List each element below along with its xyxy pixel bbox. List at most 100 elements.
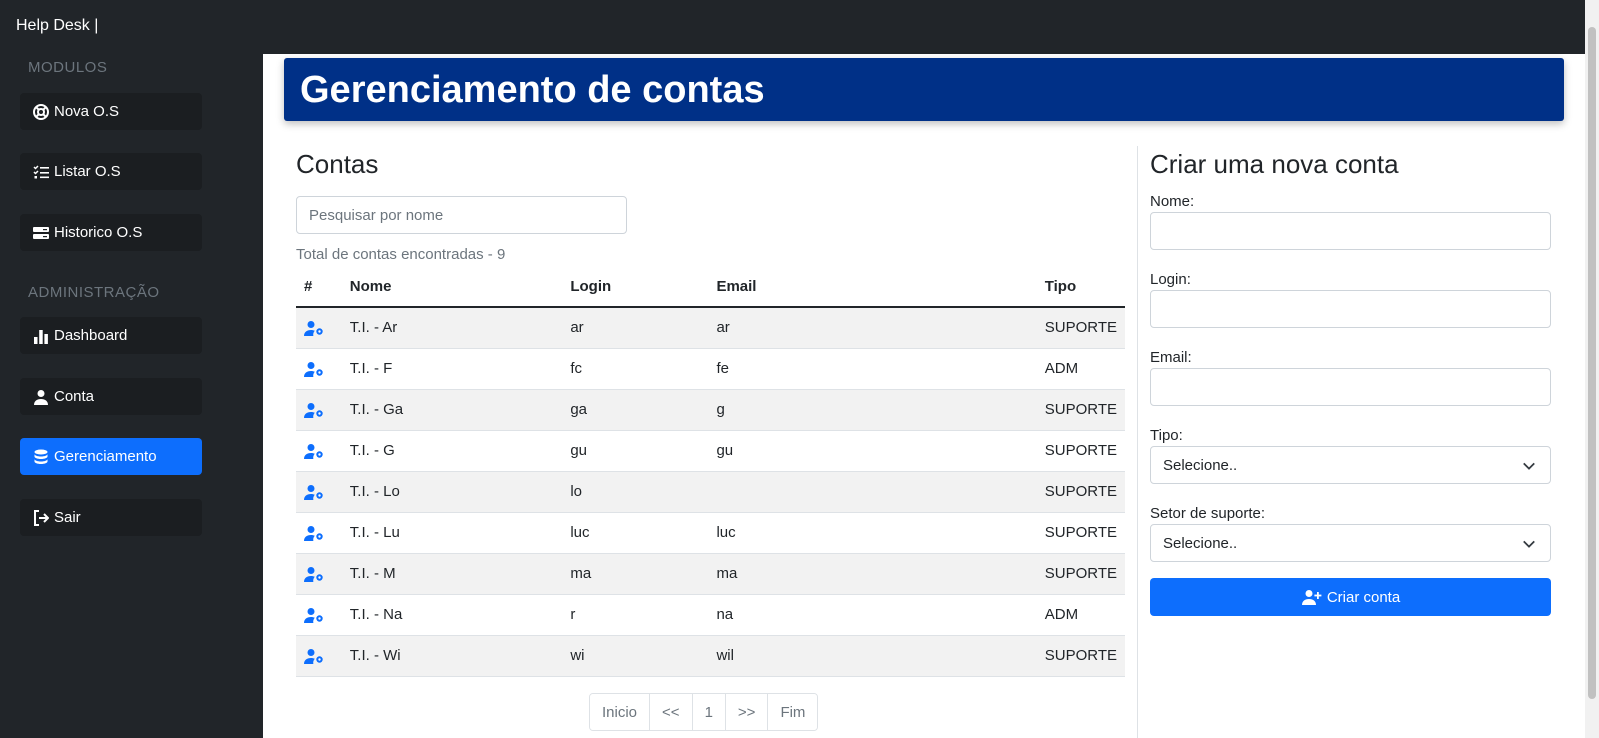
cell-login: wi — [562, 635, 709, 677]
cell-email: gu — [708, 430, 1037, 472]
accounts-title: Contas — [296, 149, 379, 179]
cell-nome: T.I. - M — [341, 553, 563, 595]
nome-label: Nome: — [1150, 193, 1195, 210]
chevron-down-icon — [1523, 462, 1535, 470]
app-brand[interactable]: Help Desk | — [16, 17, 98, 35]
cell-tipo: SUPORTE — [1036, 430, 1125, 472]
sidebar-item-label: Listar O.S — [54, 163, 121, 180]
setor-select[interactable]: Selecione.. — [1150, 524, 1551, 562]
tipo-select-value: Selecione.. — [1163, 456, 1238, 474]
search-input[interactable] — [296, 196, 627, 234]
table-row[interactable]: T.I. - Wi wi wil SUPORTE — [296, 635, 1125, 677]
create-account-button-label: Criar conta — [1326, 588, 1401, 606]
cell-tipo: SUPORTE — [1036, 389, 1125, 431]
sidebar-item-label: Historico O.S — [54, 224, 143, 241]
tipo-select[interactable]: Selecione.. — [1150, 446, 1551, 484]
column-divider — [1137, 146, 1138, 738]
accounts-total-count: Total de contas encontradas - 9 — [296, 246, 506, 263]
column-header-nome: Nome — [341, 266, 563, 308]
sidebar-item-label: Dashboard — [54, 327, 128, 344]
user-gear-icon[interactable] — [296, 471, 342, 513]
user-gear-icon[interactable] — [296, 348, 342, 390]
cell-nome: T.I. - Ar — [341, 307, 563, 349]
cell-tipo: ADM — [1036, 594, 1125, 636]
cell-email: ma — [708, 553, 1037, 595]
create-account-title: Criar uma nova conta — [1150, 149, 1399, 179]
table-row[interactable]: T.I. - Ggu gu SUPORTE — [296, 430, 1125, 472]
sidebar-item-dashboard[interactable]: Dashboard — [20, 317, 202, 354]
cell-tipo: SUPORTE — [1036, 553, 1125, 595]
cell-login: lo — [562, 471, 709, 513]
table-row[interactable]: T.I. - Lu luc luc SUPORTE — [296, 512, 1125, 554]
setor-select-value: Selecione.. — [1163, 534, 1238, 552]
user-gear-icon[interactable] — [296, 307, 342, 349]
cell-nome: T.I. - G — [341, 430, 563, 472]
cell-email: luc — [708, 512, 1037, 554]
user-gear-icon[interactable] — [296, 553, 342, 595]
tipo-label: Tipo: — [1150, 427, 1183, 444]
cell-tipo: SUPORTE — [1036, 471, 1125, 513]
cell-tipo: SUPORTE — [1036, 512, 1125, 554]
user-gear-icon[interactable] — [296, 430, 342, 472]
column-header-tipo: Tipo — [1036, 266, 1125, 308]
top-navbar: Help Desk | — [0, 0, 1585, 54]
email-field[interactable] — [1150, 368, 1551, 406]
cell-email: ar — [708, 307, 1037, 349]
page-header-banner: Gerenciamento de contas — [284, 58, 1564, 121]
scrollbar-thumb[interactable] — [1588, 27, 1596, 699]
setor-label: Setor de suporte: — [1150, 505, 1266, 522]
page-title: Gerenciamento de contas — [300, 69, 765, 111]
cell-login: ma — [562, 553, 709, 595]
sidebar-item-gerenciamento[interactable]: Gerenciamento — [20, 438, 202, 475]
user-gear-icon[interactable] — [296, 512, 342, 554]
user-gear-icon[interactable] — [296, 594, 342, 636]
sidebar-item-sair[interactable]: Sair — [20, 499, 202, 536]
bar-chart-icon — [32, 328, 50, 344]
nome-field[interactable] — [1150, 212, 1551, 250]
cell-tipo: SUPORTE — [1036, 635, 1125, 677]
table-row[interactable]: T.I. - Ffc fe ADM — [296, 348, 1125, 390]
cell-login: ga — [562, 389, 709, 431]
pagination-prev[interactable]: << — [650, 694, 693, 730]
cell-email: g — [708, 389, 1037, 431]
cell-email: wil — [708, 635, 1037, 677]
sidebar-item-historico-os[interactable]: Historico O.S — [20, 214, 202, 251]
user-gear-icon[interactable] — [296, 635, 342, 677]
cell-nome: T.I. - Na — [341, 594, 563, 636]
sidebar-item-label: Conta — [54, 388, 95, 405]
history-icon — [32, 225, 50, 241]
sidebar-item-listar-os[interactable]: Listar O.S — [20, 153, 202, 190]
pagination-page-1[interactable]: 1 — [692, 694, 726, 730]
email-label: Email: — [1150, 349, 1192, 366]
cell-tipo: ADM — [1036, 348, 1125, 390]
login-field[interactable] — [1150, 290, 1551, 328]
cell-nome: T.I. - F — [341, 348, 563, 390]
cell-tipo: SUPORTE — [1036, 307, 1125, 349]
table-row[interactable]: T.I. - Ga ga g SUPORTE — [296, 389, 1125, 431]
cell-nome: T.I. - Wi — [341, 635, 563, 677]
pagination-last[interactable]: Fim — [768, 694, 818, 730]
create-account-button[interactable]: Criar conta — [1150, 578, 1551, 616]
table-row[interactable]: T.I. - Na r na ADM — [296, 594, 1125, 636]
pagination-next[interactable]: >> — [725, 694, 769, 730]
cell-login: r — [562, 594, 709, 636]
pagination-first[interactable]: Inicio — [590, 694, 651, 730]
page-scrollbar[interactable] — [1585, 0, 1599, 738]
pagination: Inicio << 1 >> Fim — [589, 693, 819, 731]
list-check-icon — [32, 164, 50, 180]
sidebar-item-conta[interactable]: Conta — [20, 378, 202, 415]
cell-email — [708, 471, 1037, 513]
sidebar-item-label: Nova O.S — [54, 103, 120, 120]
lifebuoy-icon — [32, 103, 50, 120]
table-row[interactable]: T.I. - Ar ar ar SUPORTE — [296, 307, 1125, 349]
cell-login: luc — [562, 512, 709, 554]
table-row[interactable]: T.I. - Lo lo SUPORTE — [296, 471, 1125, 513]
table-header-row: # Nome Login Email Tipo — [296, 266, 1125, 308]
sidebar-heading-modulos: MODULOS — [28, 59, 108, 76]
person-add-icon — [1301, 590, 1322, 605]
table-row[interactable]: T.I. - Mma ma SUPORTE — [296, 553, 1125, 595]
person-icon — [32, 389, 50, 405]
cell-login: ar — [562, 307, 709, 349]
user-gear-icon[interactable] — [296, 389, 342, 431]
sidebar-item-nova-os[interactable]: Nova O.S — [20, 93, 202, 130]
